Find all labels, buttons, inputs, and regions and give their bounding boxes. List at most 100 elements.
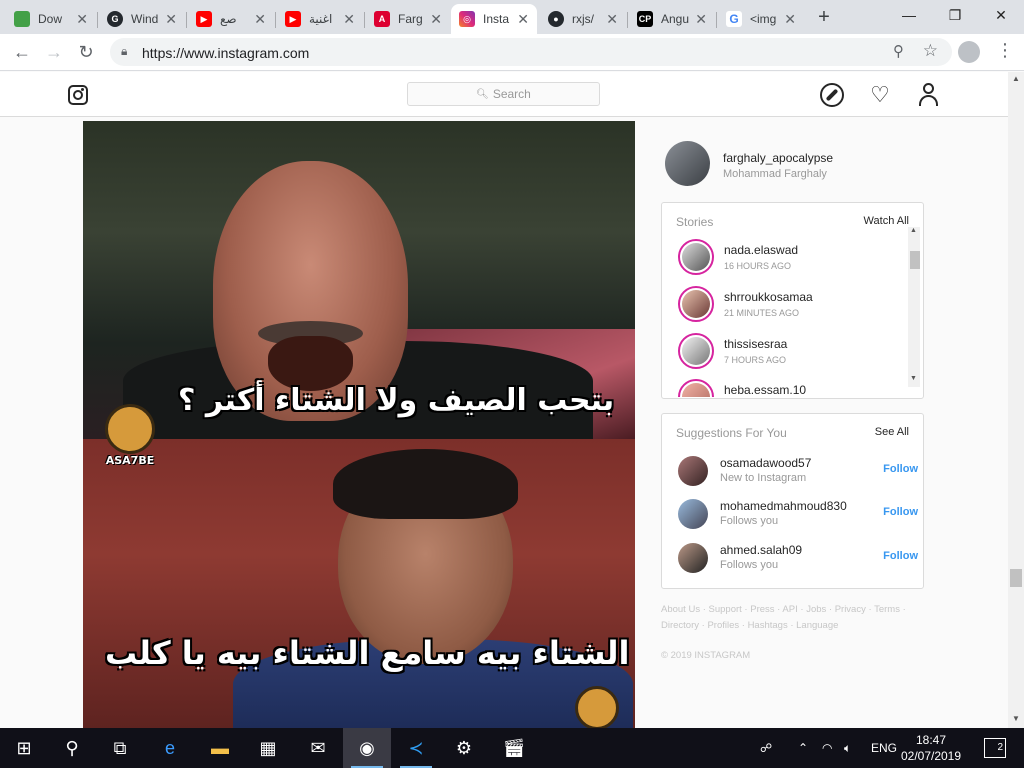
address-bar[interactable]: 🔒︎ https://www.instagram.com ⚲ ☆ <box>110 38 952 66</box>
close-icon[interactable]: ✕ <box>343 11 355 28</box>
scroll-up-icon[interactable]: ▲ <box>1012 74 1020 83</box>
file-explorer-icon[interactable]: ▬ <box>196 728 244 768</box>
story-username: thissisesraa <box>724 337 788 351</box>
story-item[interactable]: nada.elaswad 16 HOURS AGO <box>678 237 898 277</box>
tab-6-active[interactable]: ◎ Insta ✕ <box>451 4 537 34</box>
footer-links[interactable]: About Us · Support · Press · API · Jobs … <box>661 602 921 634</box>
restore-button[interactable]: ❐ <box>932 0 978 30</box>
people-icon[interactable]: ☍ <box>760 728 772 768</box>
avatar[interactable] <box>678 499 708 529</box>
scroll-down-icon[interactable]: ▼ <box>910 375 917 382</box>
store-icon[interactable]: ▦ <box>244 728 292 768</box>
tab-3[interactable]: ▶ صع ✕ <box>188 4 274 34</box>
close-icon[interactable]: ✕ <box>254 11 266 28</box>
zoom-icon[interactable]: ⚲ <box>893 42 904 60</box>
follow-button[interactable]: Follow <box>883 550 918 562</box>
story-item[interactable]: heba.essam.10 <box>678 377 898 397</box>
close-icon[interactable]: ✕ <box>165 11 177 28</box>
language-indicator[interactable]: ENG <box>871 728 897 768</box>
mail-icon[interactable]: ✉ <box>294 728 342 768</box>
tab-title: Farg <box>398 12 423 26</box>
current-username[interactable]: farghaly_apocalypse <box>723 151 833 165</box>
search-icon[interactable]: ⚲ <box>48 728 96 768</box>
scroll-up-icon[interactable]: ▲ <box>910 227 917 234</box>
suggestion-username[interactable]: osamadawood57 <box>720 456 811 470</box>
tab-title: Angu <box>661 12 690 26</box>
close-icon[interactable]: ✕ <box>606 11 618 28</box>
url-text[interactable]: https://www.instagram.com <box>142 45 309 61</box>
stories-card: Stories Watch All nada.elaswad 16 HOURS … <box>661 202 924 399</box>
close-icon[interactable]: ✕ <box>76 11 88 28</box>
suggestion-subtext: Follows you <box>720 515 779 527</box>
search-placeholder: Search <box>492 87 531 101</box>
windows-start-icon[interactable]: ⊞ <box>0 728 48 768</box>
suggestion-username[interactable]: ahmed.salah09 <box>720 543 802 557</box>
post-image[interactable]: بتحب الصيف ولا الشتاء أكتر ؟ أسمه الشتاء… <box>83 121 635 728</box>
reload-button[interactable]: ↻ <box>74 40 98 64</box>
chrome-icon[interactable]: ◉ <box>343 728 391 768</box>
notification-count: 2 <box>997 742 1003 753</box>
clock-time: 18:47 <box>915 733 947 747</box>
tab-4[interactable]: ▶ اغنية ✕ <box>277 4 363 34</box>
follow-button[interactable]: Follow <box>883 463 918 475</box>
profile-person-icon[interactable] <box>917 83 941 107</box>
clock-date: 02/07/2019 <box>900 749 962 763</box>
film-icon[interactable]: 🎬︎ <box>490 728 538 768</box>
close-icon[interactable]: ✕ <box>430 11 442 28</box>
bookmark-star-icon[interactable]: ☆ <box>923 41 938 61</box>
tab-2[interactable]: G Wind ✕ <box>99 4 185 34</box>
new-tab-button[interactable]: + <box>812 6 836 30</box>
tab-title: صع <box>220 12 237 26</box>
tab-1[interactable]: Dow ✕ <box>6 4 96 34</box>
tab-8[interactable]: CP Angu ✕ <box>629 4 715 34</box>
vscode-icon[interactable]: ≺ <box>392 728 440 768</box>
close-icon[interactable]: ✕ <box>695 11 707 28</box>
clock[interactable]: 18:47 02/07/2019 <box>896 732 966 764</box>
back-button[interactable]: ← <box>10 40 34 64</box>
close-window-button[interactable]: ✕ <box>978 0 1024 30</box>
story-item[interactable]: thissisesraa 7 HOURS AGO <box>678 331 898 371</box>
stories-scroll-thumb[interactable] <box>910 251 920 269</box>
scroll-down-icon[interactable]: ▼ <box>1012 714 1020 723</box>
story-time: 7 HOURS AGO <box>724 355 787 365</box>
suggestion-subtext: Follows you <box>720 559 779 571</box>
instagram-nav-bar: 🔍︎ Search ♡ <box>0 72 1008 117</box>
volume-icon[interactable]: 🔈︎ <box>844 728 851 768</box>
minimize-button[interactable]: — <box>886 0 932 30</box>
watch-all-button[interactable]: Watch All <box>864 215 909 227</box>
settings-gear-icon[interactable]: ⚙ <box>440 728 488 768</box>
story-item[interactable]: shrroukkosamaa 21 MINUTES AGO <box>678 284 898 324</box>
suggestion-username[interactable]: mohamedmahmoud830 <box>720 499 847 513</box>
notification-center-icon[interactable]: 2 <box>984 738 1006 758</box>
tab-9[interactable]: G <img ✕ <box>718 4 804 34</box>
suggestion-item: mohamedmahmoud830 Follows you Follow <box>678 497 918 533</box>
page-scrollbar[interactable]: ▲ ▼ <box>1008 72 1024 728</box>
avatar[interactable] <box>665 141 710 186</box>
page-scroll-thumb[interactable] <box>1010 569 1022 587</box>
close-icon[interactable]: ✕ <box>784 11 796 28</box>
forward-button[interactable]: → <box>42 40 66 64</box>
tab-title: اغنية <box>309 12 333 26</box>
meme-caption-top: بتحب الصيف ولا الشتاء أكتر ؟ <box>178 383 615 418</box>
instagram-logo-icon[interactable] <box>68 85 88 105</box>
see-all-button[interactable]: See All <box>875 426 909 438</box>
tab-7[interactable]: ● rxjs/ ✕ <box>540 4 626 34</box>
wifi-icon[interactable]: ◠ <box>822 728 832 768</box>
search-input[interactable]: 🔍︎ Search <box>407 82 600 106</box>
watermark-badge: ASA7BE <box>99 404 161 478</box>
activity-heart-icon[interactable]: ♡ <box>868 83 892 107</box>
close-icon[interactable]: ✕ <box>517 11 529 28</box>
profile-avatar-icon[interactable] <box>958 41 980 63</box>
youtube-icon: ▶ <box>285 11 301 27</box>
lock-icon[interactable]: 🔒︎ <box>121 44 127 59</box>
avatar[interactable] <box>678 543 708 573</box>
tab-5[interactable]: A Farg ✕ <box>366 4 450 34</box>
avatar[interactable] <box>678 456 708 486</box>
browser-menu-icon[interactable]: ⋮ <box>996 40 1014 61</box>
explore-compass-icon[interactable] <box>820 83 844 107</box>
chevron-up-icon[interactable]: ⌃ <box>798 728 808 768</box>
edge-icon[interactable]: e <box>146 728 194 768</box>
task-view-icon[interactable]: ⧉ <box>96 728 144 768</box>
follow-button[interactable]: Follow <box>883 506 918 518</box>
story-username: heba.essam.10 <box>724 383 807 397</box>
